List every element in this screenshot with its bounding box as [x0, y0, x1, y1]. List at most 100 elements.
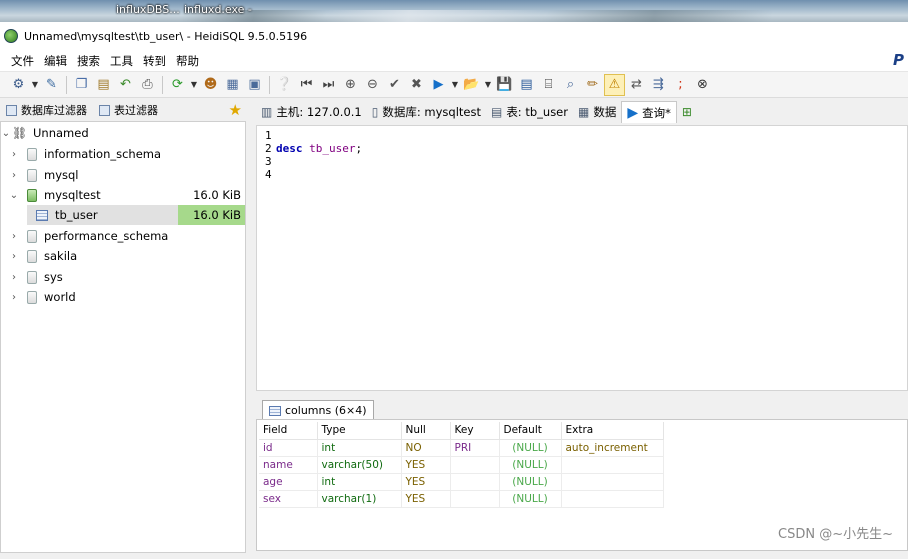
last-record-icon[interactable]: ⏭ — [318, 74, 339, 96]
cell-default[interactable]: (NULL) — [499, 456, 562, 474]
paypal-donate-icon[interactable]: P — [893, 51, 904, 69]
insert-record-icon[interactable]: ⊕ — [340, 74, 361, 96]
execute-query-icon[interactable]: ▶ — [428, 74, 449, 96]
cell-extra[interactable]: auto_increment — [561, 439, 664, 457]
refresh-icon[interactable]: ⟳ — [167, 74, 188, 96]
favorites-star-icon[interactable]: ★ — [229, 101, 242, 119]
cell-field[interactable]: name — [259, 456, 318, 474]
tab-database-filter[interactable]: 数据库过滤器 — [0, 99, 93, 121]
print-icon[interactable]: ⎙ — [137, 74, 158, 96]
help-icon[interactable]: ❔ — [274, 74, 295, 96]
save-icon[interactable]: 💾 — [494, 74, 515, 96]
execute-dropdown-icon[interactable]: ▼ — [450, 74, 460, 96]
chevron-right-icon[interactable]: › — [9, 170, 19, 181]
database-tree[interactable]: ⌄ ⛓ Unnamed › information_schema › mysql… — [0, 121, 246, 553]
replace-icon[interactable]: ⇄ — [626, 74, 647, 96]
desktop-shortcut-influxdbs[interactable]: influxDBS... — [116, 3, 180, 16]
expand-chevron-icon[interactable]: ⌄ — [1, 128, 11, 139]
cell-null[interactable]: NO — [401, 439, 451, 457]
tab-table[interactable]: ▤ 表: tb_user — [486, 101, 573, 123]
tree-node-world[interactable]: › world — [1, 287, 245, 307]
cell-key[interactable] — [450, 473, 500, 491]
paste-icon[interactable]: ▤ — [93, 74, 114, 96]
chevron-right-icon[interactable]: › — [9, 231, 19, 242]
cell-null[interactable]: YES — [401, 456, 451, 474]
cell-field[interactable]: age — [259, 473, 318, 491]
tree-node-tb-user[interactable]: tb_user 16.0 KiB — [1, 205, 245, 225]
chevron-down-icon[interactable]: ⌄ — [9, 190, 19, 201]
find-text-icon[interactable]: ⌕ — [560, 74, 581, 96]
cell-extra[interactable] — [561, 490, 664, 508]
menu-search[interactable]: 搜索 — [72, 51, 105, 71]
table-row[interactable]: age int YES (NULL) — [259, 473, 664, 491]
tree-node-server[interactable]: ⌄ ⛓ Unnamed — [1, 123, 245, 143]
column-header-key[interactable]: Key — [450, 422, 500, 440]
tree-node-sakila[interactable]: › sakila — [1, 246, 245, 266]
tab-database[interactable]: ▯ 数据库: mysqltest — [367, 101, 486, 123]
table-row[interactable]: name varchar(50) YES (NULL) — [259, 456, 664, 474]
tree-node-sys[interactable]: › sys — [1, 267, 245, 287]
cell-extra[interactable] — [561, 473, 664, 491]
cell-type[interactable]: varchar(1) — [317, 490, 402, 508]
tab-table-filter[interactable]: 表过滤器 — [93, 99, 164, 121]
open-dropdown-icon[interactable]: ▼ — [483, 74, 493, 96]
chevron-right-icon[interactable]: › — [9, 272, 19, 283]
reformat-sql-icon[interactable]: ⇶ — [648, 74, 669, 96]
save-snippet-icon[interactable]: ▤ — [516, 74, 537, 96]
chevron-right-icon[interactable]: › — [9, 292, 19, 303]
column-header-default[interactable]: Default — [499, 422, 562, 440]
cell-null[interactable]: YES — [401, 473, 451, 491]
column-header-null[interactable]: Null — [401, 422, 451, 440]
refresh-dropdown-icon[interactable]: ▼ — [189, 74, 199, 96]
disconnect-icon[interactable]: ✎ — [41, 74, 62, 96]
tree-node-mysqltest[interactable]: ⌄ mysqltest 16.0 KiB — [1, 185, 245, 205]
menu-edit[interactable]: 编辑 — [39, 51, 72, 71]
first-record-icon[interactable]: ⏮ — [296, 74, 317, 96]
result-grid[interactable]: Field Type Null Key Default Extra id int… — [259, 422, 664, 508]
column-header-field[interactable]: Field — [259, 422, 318, 440]
maintenance-icon[interactable]: ▦ — [222, 74, 243, 96]
comment-icon[interactable]: ; — [670, 74, 691, 96]
copy-icon[interactable]: ❐ — [71, 74, 92, 96]
user-manager-icon[interactable]: ☻ — [200, 74, 221, 96]
tab-query[interactable]: ▶ 查询* — [621, 101, 677, 123]
cell-default[interactable]: (NULL) — [499, 473, 562, 491]
code-line[interactable]: desc tb_user; — [276, 142, 362, 155]
column-header-type[interactable]: Type — [317, 422, 402, 440]
column-header-extra[interactable]: Extra — [561, 422, 664, 440]
cell-default[interactable]: (NULL) — [499, 490, 562, 508]
sql-editor[interactable]: 1 2 3 4 desc tb_user; — [256, 125, 908, 391]
menu-file[interactable]: 文件 — [6, 51, 39, 71]
tree-node-information-schema[interactable]: › information_schema — [1, 144, 245, 164]
export-icon[interactable]: ▣ — [244, 74, 265, 96]
warning-toggle-icon[interactable]: ⚠ — [604, 73, 625, 96]
undo-icon[interactable]: ↶ — [115, 74, 136, 96]
tab-host[interactable]: ▥ 主机: 127.0.0.1 — [256, 101, 367, 123]
table-row[interactable]: sex varchar(1) YES (NULL) — [259, 490, 664, 508]
cell-null[interactable]: YES — [401, 490, 451, 508]
cell-extra[interactable] — [561, 456, 664, 474]
desktop-shortcut-influxd[interactable]: influxd.exe - — [184, 3, 252, 16]
cell-default[interactable]: (NULL) — [499, 439, 562, 457]
edit-icon[interactable]: ✏ — [582, 74, 603, 96]
chevron-right-icon[interactable]: › — [9, 149, 19, 160]
delete-record-icon[interactable]: ⊖ — [362, 74, 383, 96]
cell-field[interactable]: id — [259, 439, 318, 457]
tab-data[interactable]: ▦ 数据 — [573, 101, 621, 123]
cell-field[interactable]: sex — [259, 490, 318, 508]
table-row[interactable]: id int NO PRI (NULL) auto_increment — [259, 439, 664, 457]
cell-key[interactable] — [450, 490, 500, 508]
stop-icon[interactable]: ⊗ — [692, 74, 713, 96]
session-manager-icon[interactable]: ⚙ — [8, 74, 29, 96]
tab-new-query[interactable]: ⊞ — [677, 101, 697, 123]
query-help-icon[interactable]: ⌸ — [538, 74, 559, 96]
open-file-icon[interactable]: 📂 — [461, 74, 482, 96]
cancel-record-icon[interactable]: ✖ — [406, 74, 427, 96]
editor-results-splitter[interactable] — [256, 391, 908, 397]
tree-node-performance-schema[interactable]: › performance_schema — [1, 226, 245, 246]
menu-goto[interactable]: 转到 — [138, 51, 171, 71]
cell-type[interactable]: int — [317, 473, 402, 491]
menu-tools[interactable]: 工具 — [105, 51, 138, 71]
tree-node-mysql[interactable]: › mysql — [1, 165, 245, 185]
chevron-right-icon[interactable]: › — [9, 251, 19, 262]
